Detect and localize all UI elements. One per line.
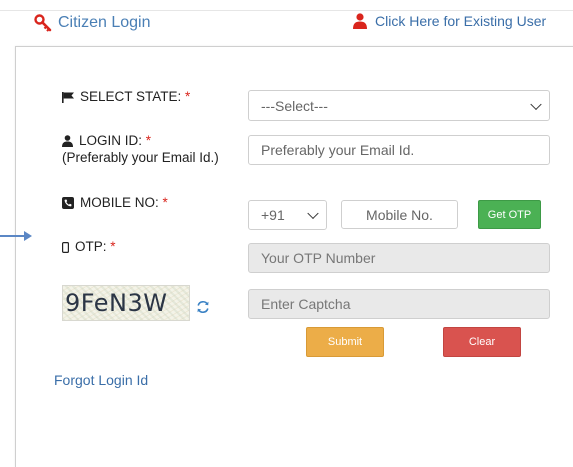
captcha-input[interactable]: Enter Captcha <box>248 289 550 319</box>
clear-button[interactable]: Clear <box>443 327 521 357</box>
state-select[interactable]: ---Select--- <box>248 90 550 121</box>
captcha-text: 9FeN3W <box>65 289 168 317</box>
key-icon <box>34 14 52 32</box>
mobile-label: MOBILE NO: * <box>62 194 168 211</box>
forgot-login-id-link[interactable]: Forgot Login Id <box>54 372 148 388</box>
existing-user-link[interactable]: Click Here for Existing User <box>353 13 546 29</box>
page-title: Citizen Login <box>58 14 151 31</box>
captcha-placeholder: Enter Captcha <box>261 296 351 312</box>
state-label: SELECT STATE: * <box>62 88 190 105</box>
login-id-label-text: LOGIN ID: <box>79 133 143 148</box>
chevron-down-icon <box>530 98 542 110</box>
login-id-input[interactable]: Preferably your Email Id. <box>248 135 550 165</box>
login-id-placeholder: Preferably your Email Id. <box>261 142 415 158</box>
mobile-placeholder: Mobile No. <box>366 206 433 223</box>
phone-icon <box>62 197 74 210</box>
required-mark: * <box>145 133 152 148</box>
mobile-device-icon <box>62 241 69 253</box>
country-code-value: +91 <box>261 207 285 223</box>
required-mark: * <box>110 239 116 254</box>
state-select-value: ---Select--- <box>261 97 328 114</box>
arrow-head <box>24 231 32 241</box>
mobile-input[interactable]: Mobile No. <box>341 200 458 229</box>
chevron-down-icon <box>307 207 319 220</box>
login-id-hint: (Preferably your Email Id.) <box>62 150 219 165</box>
otp-label-text: OTP: <box>75 239 107 254</box>
otp-input[interactable]: Your OTP Number <box>248 243 550 273</box>
arrow-icon <box>0 235 26 237</box>
top-divider <box>0 10 573 11</box>
existing-user-link-label[interactable]: Click Here for Existing User <box>375 13 546 29</box>
state-label-text: SELECT STATE: <box>80 89 182 104</box>
login-id-label: LOGIN ID: * (Preferably your Email Id.) <box>62 132 222 166</box>
country-code-select[interactable]: +91 <box>248 200 327 230</box>
get-otp-button[interactable]: Get OTP <box>478 200 541 229</box>
required-mark: * <box>162 195 168 210</box>
refresh-icon[interactable] <box>196 300 210 314</box>
user-icon <box>353 13 367 29</box>
otp-placeholder: Your OTP Number <box>261 250 376 266</box>
user-small-icon <box>62 135 73 148</box>
captcha-image: 9FeN3W <box>62 285 190 321</box>
citizen-login-header: Citizen Login <box>34 14 151 32</box>
submit-button[interactable]: Submit <box>306 327 384 357</box>
mobile-label-text: MOBILE NO: <box>80 195 159 210</box>
flag-icon <box>62 91 74 103</box>
required-mark: * <box>185 89 191 104</box>
otp-label: OTP: * <box>62 238 116 255</box>
